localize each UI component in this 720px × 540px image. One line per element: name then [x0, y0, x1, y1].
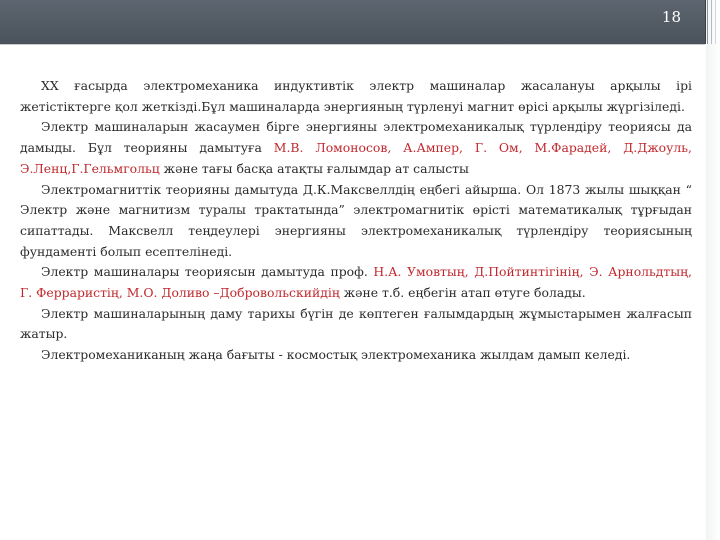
paragraph-text: және тағы басқа атақты ғалымдар ат салыс…	[159, 160, 469, 176]
right-decor-rule	[711, 0, 712, 44]
right-decor-rule	[715, 0, 716, 44]
paragraph-history: Электр машиналарының даму тарихы бүгін д…	[20, 305, 692, 342]
paragraph-maxwell: Электромагниттік теорияны дамытуда Д.К.М…	[20, 181, 692, 259]
right-decor-rule	[707, 0, 708, 44]
paragraph-professors: Электр машиналары теориясын дамытуда про…	[20, 262, 692, 303]
slide-number: 18	[661, 8, 681, 26]
paragraph-text: Электр машиналары теориясын дамытуда про…	[41, 264, 374, 280]
header-bar: 18	[0, 0, 706, 44]
paragraph-space: Электромеханиканың жаңа бағыты - космост…	[41, 347, 631, 363]
right-decor-band	[706, 0, 720, 540]
header-divider	[0, 44, 705, 45]
paragraph-text: және т.б. еңбегін атап өтуге болады.	[339, 285, 586, 301]
slide-body: XX ғасырда электромеханика индуктивтік э…	[20, 76, 692, 366]
paragraph-intro: XX ғасырда электромеханика индуктивтік э…	[20, 78, 692, 114]
paragraph-theory: Электр машиналарын жасаумен бірге энерги…	[20, 117, 692, 179]
